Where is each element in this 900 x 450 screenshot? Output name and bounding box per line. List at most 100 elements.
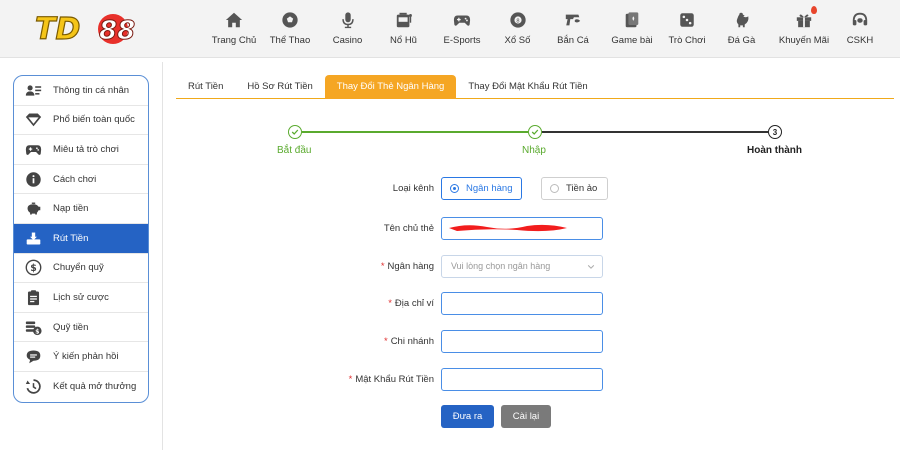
radio-label: Ngân hàng [466, 183, 513, 194]
cards-icon [622, 10, 642, 30]
step-connector [542, 131, 768, 133]
sidebar-item-label: Lịch sử cược [53, 291, 109, 303]
clipboard-icon [24, 288, 42, 306]
withdraw-password-label: * Mật Khẩu Rút Tiền [348, 374, 434, 385]
lottery-ball-icon: 8 [508, 10, 528, 30]
nav-ban-ca[interactable]: Bắn Cá [543, 10, 603, 50]
radio-checked-icon [450, 184, 459, 193]
tab-rut-tien[interactable]: Rút Tiền [176, 75, 235, 99]
nav-khuyen-mai[interactable]: Khuyến Mãi [770, 6, 838, 50]
history-icon [24, 378, 42, 396]
step-3-number: 3 [768, 125, 782, 139]
svg-text:TD: TD [35, 12, 80, 45]
withdraw-tabs: Rút Tiền Hồ Sơ Rút Tiền Thay Đổi Thẻ Ngâ… [176, 75, 894, 99]
info-icon [24, 170, 42, 188]
reset-button[interactable]: Cài lại [501, 405, 551, 428]
sidebar-item-mieu-ta-tro-choi[interactable]: Miêu tả trò chơi [14, 135, 148, 165]
sidebar-item-label: Rút Tiền [53, 232, 89, 244]
nav-label: Bắn Cá [557, 35, 589, 46]
sidebar-item-label: Cách chơi [53, 173, 97, 185]
main-nav: Trang Chủ Thể Thao Casino Nổ Hũ E-Sports… [208, 6, 882, 50]
headset-icon [850, 10, 870, 30]
sidebar-item-y-kien-phan-hoi[interactable]: Ý kiến phản hồi [14, 342, 148, 372]
branch-label: * Chi nhánh [383, 336, 434, 347]
gamepad-icon [452, 10, 472, 30]
nav-game-bai[interactable]: Game bài [603, 10, 661, 50]
microphone-icon [338, 10, 358, 30]
tab-thay-doi-mat-khau-rut-tien[interactable]: Thay Đổi Mật Khẩu Rút Tiền [456, 75, 599, 99]
nav-label: Xổ Số [504, 35, 531, 46]
sidebar-item-label: Phổ biến toàn quốc [53, 114, 135, 126]
sidebar-item-chuyen-quy[interactable]: $ Chuyển quỹ [14, 254, 148, 284]
fish-gun-icon [563, 10, 583, 30]
account-sidebar: Thông tin cá nhân Phổ biến toàn quốc Miê… [13, 75, 149, 403]
slot-machine-icon [394, 10, 414, 30]
gift-icon [794, 6, 817, 30]
sidebar-item-cach-choi[interactable]: Cách chơi [14, 165, 148, 195]
nav-xo-so[interactable]: 8 Xổ Số [492, 10, 543, 50]
sidebar-item-lich-su-cuoc[interactable]: Lịch sử cược [14, 283, 148, 313]
redacted-name-scribble [449, 224, 567, 232]
gamepad-icon [24, 140, 42, 158]
wallet-address-input[interactable] [441, 292, 603, 315]
step-2-check-icon [528, 125, 542, 139]
nav-label: Game bài [611, 35, 653, 46]
rooster-icon [732, 10, 752, 30]
channel-type-label: Loại kênh [392, 183, 434, 194]
radio-label: Tiền ảo [566, 183, 598, 194]
card-holder-label: Tên chủ thẻ [383, 223, 434, 234]
branch-input[interactable] [441, 330, 603, 353]
nav-label: Đá Gà [727, 35, 756, 46]
submit-button[interactable]: Đưa ra [441, 405, 494, 428]
dice-icon [677, 10, 697, 30]
dollar-circle-icon: $ [24, 259, 42, 277]
sidebar-item-label: Kết quả mở thưởng [53, 381, 137, 393]
chat-bubble-icon [24, 348, 42, 366]
home-icon [224, 10, 244, 30]
sidebar-item-ket-qua-mo-thuong[interactable]: Kết quả mở thưởng [14, 372, 148, 402]
withdraw-password-input[interactable] [441, 368, 603, 391]
nav-e-sports[interactable]: E-Sports [432, 10, 492, 50]
nav-cskh[interactable]: CSKH [838, 10, 882, 50]
hot-flame-icon [811, 6, 817, 14]
nav-tro-choi[interactable]: Trò Chơi [661, 10, 713, 50]
sidebar-item-thong-tin-ca-nhan[interactable]: Thông tin cá nhân [14, 76, 148, 106]
sidebar-item-quy-tien[interactable]: $ Quỹ tiền [14, 313, 148, 343]
sidebar-item-label: Ý kiến phản hồi [53, 351, 119, 363]
tab-thay-doi-the-ngan-hang[interactable]: Thay Đổi Thẻ Ngân Hàng [324, 75, 457, 99]
user-card-icon [24, 81, 42, 99]
radio-ngan-hang[interactable]: Ngân hàng [441, 177, 522, 200]
radio-unchecked-icon [550, 184, 559, 193]
nav-label: Thể Thao [269, 35, 311, 46]
sidebar-item-label: Miêu tả trò chơi [53, 143, 119, 155]
tab-ho-so-rut-tien[interactable]: Hồ Sơ Rút Tiền [235, 75, 324, 99]
radio-tien-ao[interactable]: Tiền ảo [541, 177, 608, 200]
nav-label: Trò Chơi [668, 35, 706, 46]
sidebar-item-nap-tien[interactable]: Nạp tiền [14, 194, 148, 224]
nav-casino[interactable]: Casino [320, 10, 375, 50]
bank-select[interactable]: Vui lòng chọn ngân hàng [441, 255, 603, 278]
svg-text:$: $ [35, 328, 39, 335]
soccer-ball-icon [280, 10, 300, 30]
sidebar-item-label: Quỹ tiền [53, 321, 89, 333]
step-1-check-icon [288, 125, 302, 139]
diamond-icon [24, 111, 42, 129]
td88-logo[interactable]: TD 88 [33, 9, 137, 47]
top-header: TD 88 Trang Chủ Thể Thao Casino Nổ Hũ E-… [0, 0, 900, 58]
sidebar-item-pho-bien-toan-quoc[interactable]: Phổ biến toàn quốc [14, 106, 148, 136]
nav-the-thao[interactable]: Thể Thao [260, 10, 320, 50]
svg-text:8: 8 [516, 18, 520, 24]
nav-trang-chu[interactable]: Trang Chủ [208, 10, 260, 50]
svg-text:88: 88 [99, 16, 135, 45]
nav-label: Trang Chủ [211, 35, 257, 46]
sidebar-item-rut-tien[interactable]: Rút Tiền [14, 223, 148, 254]
nav-label: Nổ Hũ [390, 35, 417, 46]
nav-label: Casino [332, 35, 363, 46]
step-label-input: Nhập [522, 145, 546, 156]
coins-icon: $ [24, 318, 42, 336]
nav-no-hu[interactable]: Nổ Hũ [375, 10, 432, 50]
piggy-bank-icon [24, 200, 42, 218]
withdraw-icon [24, 229, 42, 247]
nav-da-ga[interactable]: Đá Gà [713, 10, 770, 50]
svg-text:$: $ [30, 263, 37, 274]
